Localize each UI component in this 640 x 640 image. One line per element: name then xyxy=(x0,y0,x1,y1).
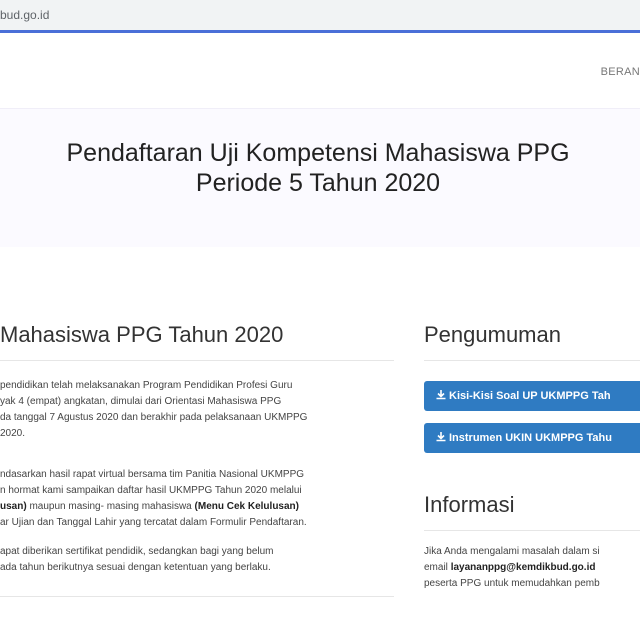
support-email-link[interactable]: layananppg@kemdikbud.go.id xyxy=(451,562,596,573)
address-bar[interactable]: bud.go.id xyxy=(0,0,640,33)
announcement-title: Pengumuman xyxy=(424,322,561,347)
download-icon xyxy=(436,390,446,400)
instrumen-download-button[interactable]: Instrumen UKIN UKMPPG Tahu xyxy=(424,423,640,453)
page-title: Pendaftaran Uji Kompetensi Mahasiswa PPG… xyxy=(0,138,636,198)
main-bottom-divider xyxy=(0,596,394,597)
download-icon xyxy=(436,432,446,442)
url-text[interactable]: bud.go.id xyxy=(0,8,49,22)
main-section-title: Mahasiswa PPG Tahun 2020 xyxy=(0,322,284,347)
info-text: Jika Anda mengalami masalah dalam si ema… xyxy=(424,546,600,589)
info-divider xyxy=(424,530,640,531)
main-divider xyxy=(0,360,394,361)
announcement-divider xyxy=(424,360,640,361)
kisi-kisi-download-button[interactable]: Kisi-Kisi Soal UP UKMPPG Tah xyxy=(424,381,640,411)
main-paragraph-1: pendidikan telah melaksanakan Program Pe… xyxy=(0,380,308,439)
main-paragraph-2: ndasarkan hasil rapat virtual bersama ti… xyxy=(0,469,307,528)
page-title-line-1: Pendaftaran Uji Kompetensi Mahasiswa PPG xyxy=(66,139,570,167)
nav-home-link[interactable]: BERAN xyxy=(601,66,640,78)
info-title: Informasi xyxy=(424,492,515,517)
main-paragraph-3: apat diberikan sertifikat pendidik, seda… xyxy=(0,546,274,573)
page-title-line-2: Periode 5 Tahun 2020 xyxy=(195,169,441,197)
